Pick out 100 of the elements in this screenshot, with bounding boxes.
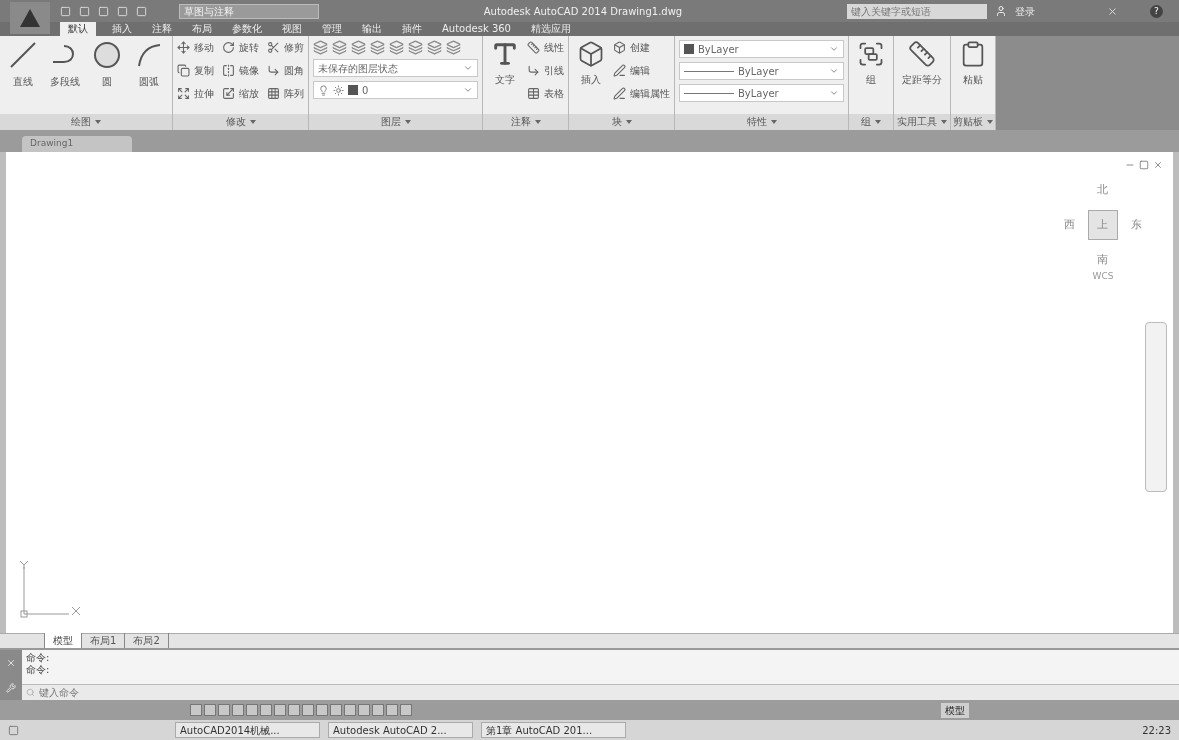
layer-tool-icon[interactable] [408,40,423,55]
restore-icon[interactable] [1139,160,1149,170]
layer-dropdown[interactable]: 0 [313,81,478,99]
taskbar-window[interactable]: Autodesk AutoCAD 2... [328,722,473,738]
document-tab[interactable]: Drawing1 [22,136,132,152]
user-icon[interactable] [995,5,1007,17]
search-field[interactable]: 键入关键字或短语 [847,3,987,19]
close-icon[interactable] [1153,160,1163,170]
layer-tool-icon[interactable] [370,40,385,55]
ribbon-tool[interactable]: 编辑属性 [613,86,670,101]
ribbon-tool[interactable]: 圆 [88,40,126,89]
quick-access-icon[interactable] [136,5,147,17]
ribbon-tool[interactable]: 移动 [177,40,214,55]
drafting-toggle-icon[interactable] [190,704,202,716]
application-button[interactable] [10,2,50,34]
layer-tool-icon[interactable] [332,40,347,55]
ribbon-tool[interactable]: 复制 [177,63,214,78]
drafting-toggle-icon[interactable] [246,704,258,716]
dropdown-arrow-icon[interactable] [625,120,632,124]
help-button[interactable]: ? [1150,4,1163,18]
drafting-toggle-icon[interactable] [358,704,370,716]
drafting-toggle-icon[interactable] [302,704,314,716]
ribbon-tool[interactable]: 旋转 [222,40,259,55]
ribbon-tool[interactable]: 编辑 [613,63,670,78]
ribbon-tool[interactable]: 直线 [4,40,42,89]
dropdown-arrow-icon[interactable] [404,120,411,124]
panel-title[interactable]: 图层 [380,114,401,130]
panel-title[interactable]: 注释 [510,114,531,130]
panel-title[interactable]: 特性 [746,114,767,130]
ribbon-tab[interactable]: 参数化 [228,22,266,36]
drafting-toggle-icon[interactable] [288,704,300,716]
panel-title[interactable]: 剪贴板 [953,114,983,130]
property-dropdown[interactable]: ByLayer [679,84,844,102]
ribbon-tab[interactable]: Autodesk 360 [438,22,515,36]
ribbon-tool[interactable]: 引线 [527,63,564,78]
drafting-toggle-icon[interactable] [260,704,272,716]
ribbon-tool[interactable]: 多段线 [46,40,84,89]
drafting-toggle-icon[interactable] [386,704,398,716]
ribbon-tool[interactable]: 定距等分 [898,40,946,87]
layer-dropdown[interactable]: 未保存的图层状态 [313,59,478,77]
close-icon[interactable] [6,657,16,668]
drafting-toggle-icon[interactable] [344,704,356,716]
panel-title[interactable]: 组 [861,114,871,130]
drafting-toggle-icon[interactable] [204,704,216,716]
taskbar-window[interactable]: 第1章 AutoCAD 201... [481,722,626,738]
ribbon-tool[interactable]: 阵列 [267,86,304,101]
start-icon[interactable] [8,724,19,736]
layer-tool-icon[interactable] [351,40,366,55]
taskbar-window[interactable]: AutoCAD2014机械... [175,722,320,738]
ribbon-tool[interactable]: 修剪 [267,40,304,55]
dropdown-arrow-icon[interactable] [249,120,256,124]
drafting-toggle-icon[interactable] [330,704,342,716]
ribbon-tool[interactable]: 创建 [613,40,670,55]
quick-access-icon[interactable] [79,5,90,17]
ribbon-tab[interactable]: 默认 [60,22,96,36]
layer-tool-icon[interactable] [313,40,328,55]
quick-access-icon[interactable] [60,5,71,17]
quick-access-icon[interactable] [117,5,128,17]
ribbon-tool[interactable]: 插入 [573,40,609,87]
ribbon-tool[interactable]: 组 [853,40,889,87]
command-input[interactable]: 键入命令 [22,684,1179,700]
panel-title[interactable]: 绘图 [71,114,91,130]
ribbon-tab[interactable]: 管理 [318,22,346,36]
panel-title[interactable]: 实用工具 [897,114,937,130]
drafting-toggle-icon[interactable] [400,704,412,716]
drafting-toggle-icon[interactable] [316,704,328,716]
ribbon-tab[interactable]: 输出 [358,22,386,36]
ribbon-tool[interactable]: 线性 [527,40,564,55]
drafting-toggle-icon[interactable] [274,704,286,716]
ribbon-tool[interactable]: 粘贴 [955,40,991,87]
drafting-toggle-icon[interactable] [232,704,244,716]
ribbon-tab[interactable]: 视图 [278,22,306,36]
ribbon-tab[interactable]: 精选应用 [527,22,575,36]
panel-title[interactable]: 块 [611,114,622,130]
layer-tool-icon[interactable] [427,40,442,55]
ribbon-tool[interactable]: 表格 [527,86,564,101]
property-dropdown[interactable]: ByLayer [679,40,844,58]
quick-access-icon[interactable] [98,5,109,17]
ribbon-tool[interactable]: 拉伸 [177,86,214,101]
wrench-icon[interactable] [6,682,16,693]
dropdown-arrow-icon[interactable] [987,120,993,124]
dropdown-arrow-icon[interactable] [770,120,777,124]
ribbon-tool[interactable]: 缩放 [222,86,259,101]
ribbon-tool[interactable]: 圆角 [267,63,304,78]
layer-tool-icon[interactable] [446,40,461,55]
drawing-area[interactable]: 北 西 上 东 南 WCS [0,152,1179,633]
property-dropdown[interactable]: ByLayer [679,62,844,80]
login-link[interactable]: 登录 [1015,3,1035,19]
drafting-toggle-icon[interactable] [218,704,230,716]
ribbon-tab[interactable]: 插件 [398,22,426,36]
navigation-bar[interactable] [1145,322,1167,492]
ribbon-tab[interactable]: 插入 [108,22,136,36]
ribbon-tab[interactable]: 布局 [188,22,216,36]
ribbon-tool[interactable]: 镜像 [222,63,259,78]
ribbon-tab[interactable]: 注释 [148,22,176,36]
panel-title[interactable]: 修改 [225,114,246,130]
layer-tool-icon[interactable] [389,40,404,55]
drafting-toggle-icon[interactable] [372,704,384,716]
dropdown-arrow-icon[interactable] [875,120,881,124]
model-button[interactable]: 模型 [941,702,969,718]
